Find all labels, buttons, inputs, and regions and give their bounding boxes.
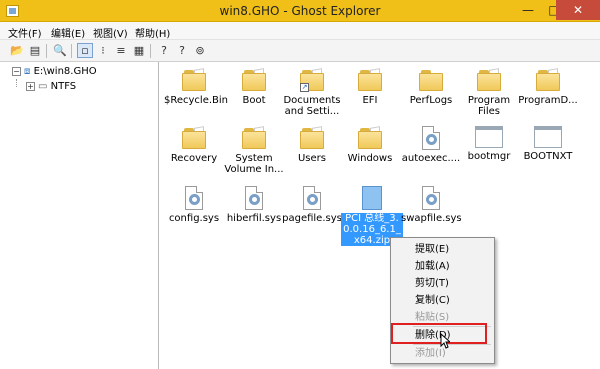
file-label: BOOTNXT (523, 151, 573, 162)
menu-help[interactable]: 帮助(H) (135, 25, 170, 40)
disk-image-icon: ⧈ (24, 66, 31, 77)
find-icon[interactable]: 🔍 (52, 43, 68, 58)
small-icons-view-icon[interactable]: ⁝ (95, 43, 111, 58)
details-view-icon[interactable]: ▦ (131, 43, 147, 58)
menu-bar: 文件(F) 编辑(E) 视图(V) 帮助(H) (0, 22, 600, 40)
tree-root-node[interactable]: ⧈ E:\win8.GHO (24, 66, 97, 77)
menu-view[interactable]: 视图(V) (93, 25, 128, 40)
system-file-icon (303, 186, 321, 210)
file-pane: $Recycle.Bin Boot ↗ Documents and Setti.… (162, 62, 600, 369)
file-label: Documents and Setti... (283, 95, 341, 117)
file-item-system-volume-information[interactable]: System Volume In... (223, 126, 285, 175)
file-item-boot[interactable]: Boot (223, 68, 285, 106)
file-label: ProgramD... (518, 95, 578, 106)
file-label: Users (297, 153, 326, 164)
title-bar: win8.GHO - Ghost Explorer — □ ✕ (0, 0, 600, 22)
file-item-bootnxt[interactable]: BOOTNXT (517, 126, 579, 162)
toolbar-separator (71, 44, 72, 58)
highlight-box (391, 323, 487, 344)
help-icon[interactable]: ? (156, 43, 172, 58)
toolbar: 📂 ▤ 🔍 ▫ ⁝ ≡ ▦ ? ? ⊚ (0, 40, 600, 62)
file-item-documents-and-settings[interactable]: ↗ Documents and Setti... (281, 68, 343, 117)
file-label: System Volume In... (224, 153, 284, 175)
file-label: autoexec.... (401, 153, 461, 164)
tree-ntfs-label: NTFS (50, 81, 77, 92)
file-label: $Recycle.Bin (164, 95, 229, 106)
folder-icon (300, 126, 324, 150)
file-item-efi[interactable]: EFI (339, 68, 401, 106)
close-button[interactable]: ✕ (556, 0, 600, 20)
file-item-programdata[interactable]: ProgramD... (517, 68, 579, 106)
drive-icon: ▭ (38, 81, 48, 92)
folder-tree: − ⧈ E:\win8.GHO + ▭ NTFS (0, 62, 159, 369)
file-label: config.sys (168, 213, 220, 224)
window-title: win8.GHO - Ghost Explorer (219, 4, 381, 18)
file-item-recycle-bin[interactable]: $Recycle.Bin (163, 68, 228, 106)
file-item-config-sys[interactable]: config.sys (163, 186, 225, 224)
folder-icon (242, 68, 266, 92)
file-item-bootmgr[interactable]: bootmgr (458, 126, 520, 162)
file-item-recovery[interactable]: Recovery (163, 126, 225, 164)
file-item-windows[interactable]: Windows (339, 126, 401, 164)
minimize-button[interactable]: — (515, 0, 541, 20)
tree-ntfs-node[interactable]: ▭ NTFS (38, 81, 76, 92)
file-label: Program Files (467, 95, 511, 117)
menu-file[interactable]: 文件(F) (8, 25, 42, 40)
file-item-swapfile-sys[interactable]: swapfile.sys (400, 186, 462, 224)
file-item-perflogs[interactable]: PerfLogs (400, 68, 462, 106)
folder-icon (358, 68, 382, 92)
context-help-icon[interactable]: ? (174, 43, 190, 58)
system-file-icon (422, 186, 440, 210)
file-label: EFI (362, 95, 378, 106)
system-file-icon (245, 186, 263, 210)
menu-item-extract[interactable]: 提取(E) (391, 241, 494, 258)
toolbar-separator (150, 44, 151, 58)
open-icon[interactable]: 📂 (9, 43, 25, 58)
file-label: Windows (347, 153, 393, 164)
file-label: swapfile.sys (401, 213, 462, 224)
toolbar-separator (46, 44, 47, 58)
blank-file-icon (475, 126, 503, 148)
save-icon[interactable]: ▤ (27, 43, 43, 58)
file-item-program-files[interactable]: Program Files (458, 68, 520, 117)
system-file-icon (185, 186, 203, 210)
tree-root-label: E:\win8.GHO (33, 66, 97, 77)
mouse-cursor-icon (440, 333, 450, 349)
menu-edit[interactable]: 编辑(E) (51, 25, 85, 40)
file-item-users[interactable]: Users (281, 126, 343, 164)
file-label: PerfLogs (409, 95, 453, 106)
folder-icon (182, 68, 206, 92)
file-label: pagefile.sys (282, 213, 342, 224)
folder-icon (242, 126, 266, 150)
file-item-hiberfil-sys[interactable]: hiberfil.sys (223, 186, 285, 224)
folder-icon (419, 68, 443, 92)
zip-file-icon (362, 186, 382, 210)
large-icons-view-icon[interactable]: ▫ (77, 43, 93, 58)
folder-icon (477, 68, 501, 92)
blank-file-icon (534, 126, 562, 148)
list-view-icon[interactable]: ≡ (113, 43, 129, 58)
system-file-icon (422, 126, 440, 150)
tree-line (16, 79, 17, 87)
file-label: hiberfil.sys (226, 213, 282, 224)
menu-item-load[interactable]: 加载(A) (391, 258, 494, 275)
file-item-autoexec[interactable]: autoexec.... (400, 126, 462, 164)
menu-item-cut[interactable]: 剪切(T) (391, 275, 494, 292)
folder-icon (536, 68, 560, 92)
folder-shortcut-icon: ↗ (300, 68, 324, 92)
expand-toggle[interactable]: + (26, 82, 35, 91)
file-label: Recovery (170, 153, 218, 164)
folder-icon (182, 126, 206, 150)
broadcast-icon[interactable]: ⊚ (192, 43, 208, 58)
file-item-pagefile-sys[interactable]: pagefile.sys (281, 186, 343, 224)
collapse-toggle[interactable]: − (12, 67, 21, 76)
menu-item-copy[interactable]: 复制(C) (391, 292, 494, 309)
folder-icon (358, 126, 382, 150)
file-label: Boot (242, 95, 266, 106)
file-label: bootmgr (467, 151, 511, 162)
